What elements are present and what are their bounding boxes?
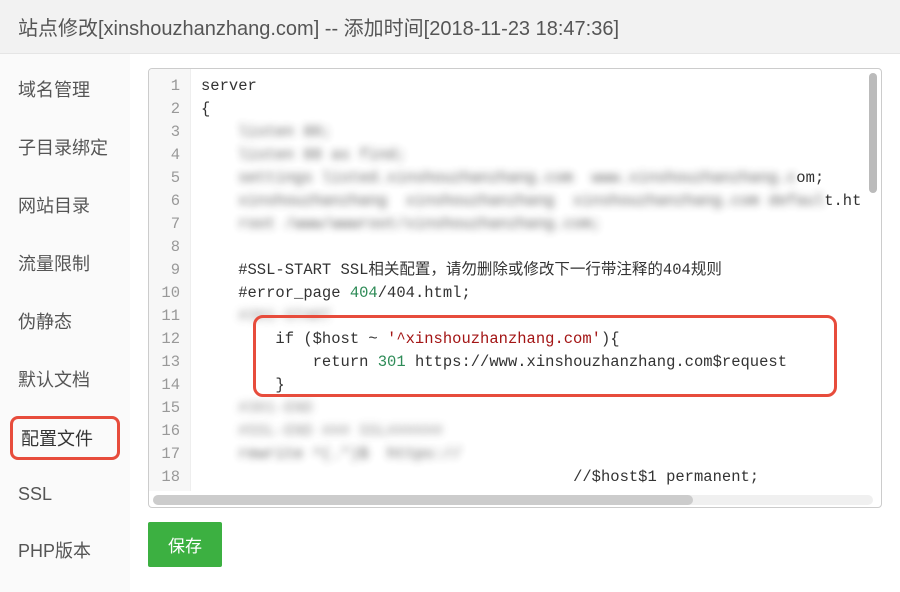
sidebar-item-ssl[interactable]: SSL [0, 476, 130, 513]
line-number: 11 [155, 305, 180, 328]
line-number: 12 [155, 328, 180, 351]
code-line[interactable]: //$host$1 permanent; [201, 466, 881, 489]
vertical-scrollbar[interactable] [869, 73, 877, 487]
line-number: 13 [155, 351, 180, 374]
line-number: 16 [155, 420, 180, 443]
code-line[interactable] [201, 236, 881, 259]
code-line[interactable]: #SSL-END ### SSL###### [201, 420, 881, 443]
line-number: 14 [155, 374, 180, 397]
sidebar-item-subdir[interactable]: 子目录绑定 [0, 126, 130, 168]
dialog-header: 站点修改[xinshouzhanzhang.com] -- 添加时间[2018-… [0, 0, 900, 54]
code-line[interactable]: #301-START [201, 305, 881, 328]
sidebar-item-config[interactable]: 配置文件 [10, 416, 120, 460]
code-line[interactable]: listen 80; [201, 121, 881, 144]
horizontal-scrollbar[interactable] [153, 495, 873, 505]
sidebar-nav: 域名管理子目录绑定网站目录流量限制伪静态默认文档配置文件 SSL PHP版本 [0, 54, 130, 592]
editor-code[interactable]: server{ listen 80; listen 88 as find; se… [191, 69, 881, 491]
code-line[interactable]: server [201, 75, 881, 98]
code-line[interactable]: xinshouzhanzhang xinshouzhanzhang xinsho… [201, 190, 881, 213]
line-number: 3 [155, 121, 180, 144]
code-line[interactable]: rewrite ^(.*)$ https:// [201, 443, 881, 466]
line-number: 10 [155, 282, 180, 305]
line-number: 15 [155, 397, 180, 420]
sidebar-item-domain[interactable]: 域名管理 [0, 68, 130, 110]
line-number: 8 [155, 236, 180, 259]
code-line[interactable]: #301-END [201, 397, 881, 420]
sidebar-item-default-doc[interactable]: 默认文档 [0, 358, 130, 400]
line-number: 2 [155, 98, 180, 121]
config-editor[interactable]: 123456789101112131415161718 server{ list… [148, 68, 882, 508]
code-line[interactable]: { [201, 98, 881, 121]
main-panel: 123456789101112131415161718 server{ list… [130, 54, 900, 592]
line-number: 4 [155, 144, 180, 167]
dialog-title: 站点修改[xinshouzhanzhang.com] -- 添加时间[2018-… [18, 18, 619, 40]
code-line[interactable]: if ($host ~ '^xinshouzhanzhang.com'){ [201, 328, 881, 351]
line-number: 1 [155, 75, 180, 98]
sidebar-item-traffic[interactable]: 流量限制 [0, 242, 130, 284]
code-line[interactable]: return 301 https://www.xinshouzhanzhang.… [201, 351, 881, 374]
line-number: 5 [155, 167, 180, 190]
save-button[interactable]: 保存 [148, 522, 222, 567]
editor-gutter: 123456789101112131415161718 [149, 69, 191, 491]
line-number: 17 [155, 443, 180, 466]
line-number: 7 [155, 213, 180, 236]
code-line[interactable]: root /www/wwwroot/xinshouzhanzhang.com; [201, 213, 881, 236]
sidebar-item-sitedir[interactable]: 网站目录 [0, 184, 130, 226]
sidebar-item-php[interactable]: PHP版本 [0, 529, 130, 571]
code-line[interactable]: #error_page 404/404.html; [201, 282, 881, 305]
code-line[interactable]: } [201, 374, 881, 397]
code-line[interactable]: listen 88 as find; [201, 144, 881, 167]
line-number: 9 [155, 259, 180, 282]
code-line[interactable]: #SSL-START SSL相关配置，请勿删除或修改下一行带注释的404规则 [201, 259, 881, 282]
line-number: 18 [155, 466, 180, 489]
sidebar-item-rewrite[interactable]: 伪静态 [0, 300, 130, 342]
line-number: 6 [155, 190, 180, 213]
code-line[interactable]: settings listed.xinshouzhanzhang.com www… [201, 167, 881, 190]
